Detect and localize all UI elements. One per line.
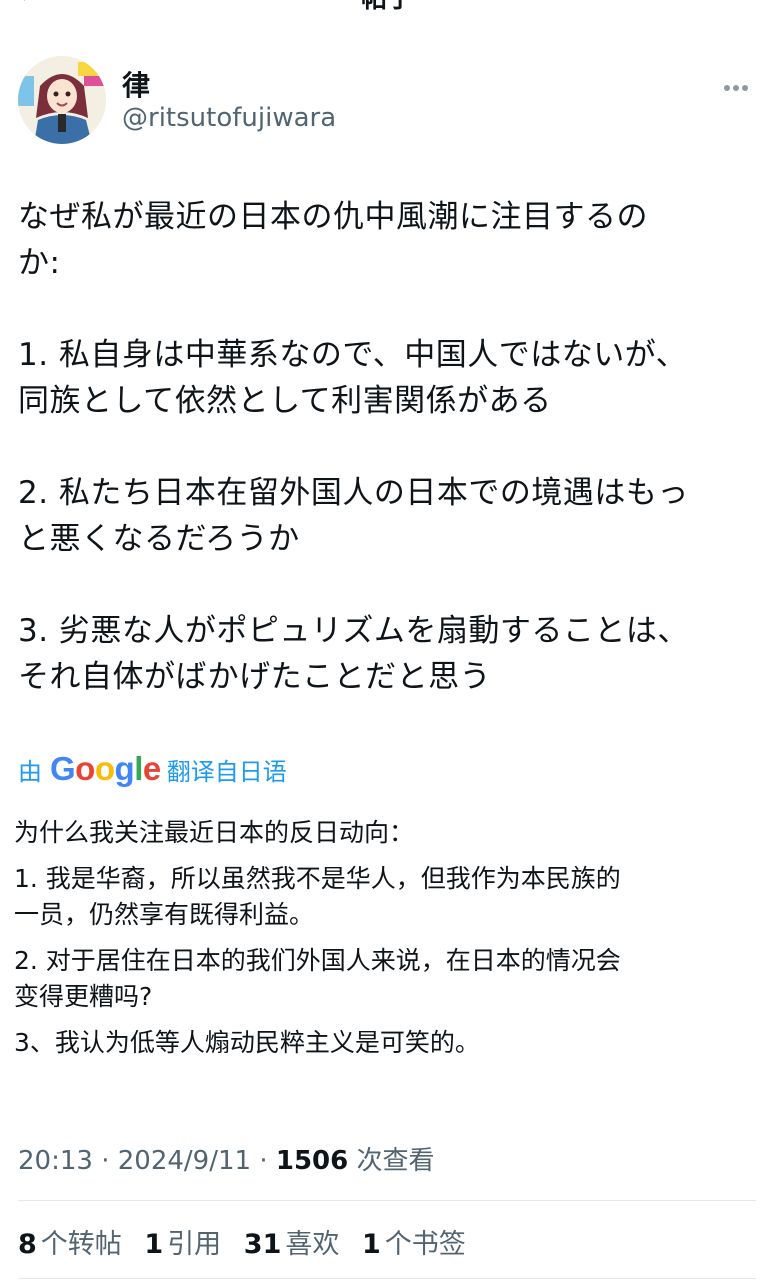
tweet-meta: 20:13 · 2024/9/11 · 1506 次查看 — [18, 1140, 435, 1177]
translation-paragraph: 3、我认为低等人煽动民粹主义是可笑的。 — [14, 1028, 480, 1057]
separator-dot: · — [259, 1146, 276, 1176]
views-count: 1506 — [275, 1146, 349, 1176]
more-options-icon[interactable] — [724, 76, 752, 91]
tweet-paragraph: 2. 私たち日本在留外国人の日本での境遇はもっ と悪くなるだろうか — [18, 475, 689, 557]
tweet-time[interactable]: 20:13 — [18, 1146, 93, 1176]
retweets-label: 个转帖 — [40, 1229, 122, 1260]
likes-label: 喜欢 — [285, 1229, 340, 1260]
translation-paragraph: 2. 对于居住在日本的我们外国人来说，在日本的情况会 变得更糟吗? — [14, 946, 621, 1011]
quotes-count: 1 — [144, 1229, 164, 1260]
tweet-body: なぜ私が最近の日本の仇中風潮に注目するの か: 1. 私自身は中華系なので、中国… — [18, 194, 758, 746]
tweet-paragraph: 1. 私自身は中華系なので、中国人ではないが、 同族として依然として利害関係があ… — [18, 337, 688, 419]
views-label: 次查看 — [356, 1146, 435, 1176]
translation-paragraph: 1. 我是华裔，所以虽然我不是华人，但我作为本民族的 一员，仍然享有既得利益。 — [14, 864, 621, 929]
quotes-label: 引用 — [167, 1229, 222, 1260]
engagement-stats: 8 个转帖 1 引用 31 喜欢 1 个书签 — [18, 1222, 480, 1261]
tweet-paragraph: 3. 劣悪な人がポピュリズムを扇動することは、 それ自体がばかげたことだと思う — [18, 613, 689, 695]
translate-suffix: 翻译自日语 — [166, 757, 287, 786]
author-handle[interactable]: @ritsutofujiwara — [122, 103, 336, 133]
translated-text: 为什么我关注最近日本的反日动向： 1. 我是华裔，所以虽然我不是华人，但我作为本… — [14, 815, 754, 1071]
divider — [18, 1278, 756, 1279]
bookmarks-stat[interactable]: 1 个书签 — [362, 1229, 466, 1260]
translated-by-google-link[interactable]: 由 Google 翻译自日语 — [18, 750, 287, 788]
separator-dot: · — [101, 1146, 118, 1176]
avatar[interactable] — [18, 56, 106, 144]
bookmarks-count: 1 — [361, 1229, 381, 1260]
author-name[interactable]: 律 — [122, 64, 150, 104]
translate-prefix: 由 — [18, 757, 42, 786]
google-logo-icon: Google — [50, 750, 161, 787]
quotes-stat[interactable]: 1 引用 — [144, 1229, 221, 1260]
likes-count: 31 — [243, 1229, 282, 1260]
avatar-image — [18, 56, 106, 144]
translation-paragraph: 为什么我关注最近日本的反日动向： — [14, 818, 415, 847]
retweets-count: 8 — [18, 1229, 37, 1260]
page-title: 帖子 — [0, 0, 774, 15]
tweet-date[interactable]: 2024/9/11 — [118, 1146, 251, 1176]
retweets-stat[interactable]: 8 个转帖 — [18, 1229, 122, 1260]
tweet-paragraph: なぜ私が最近の日本の仇中風潮に注目するの か: — [18, 199, 648, 281]
bookmarks-label: 个书签 — [384, 1229, 466, 1260]
top-bar: ← 帖子 — [0, 0, 774, 14]
likes-stat[interactable]: 31 喜欢 — [244, 1229, 340, 1260]
divider — [18, 1200, 756, 1201]
